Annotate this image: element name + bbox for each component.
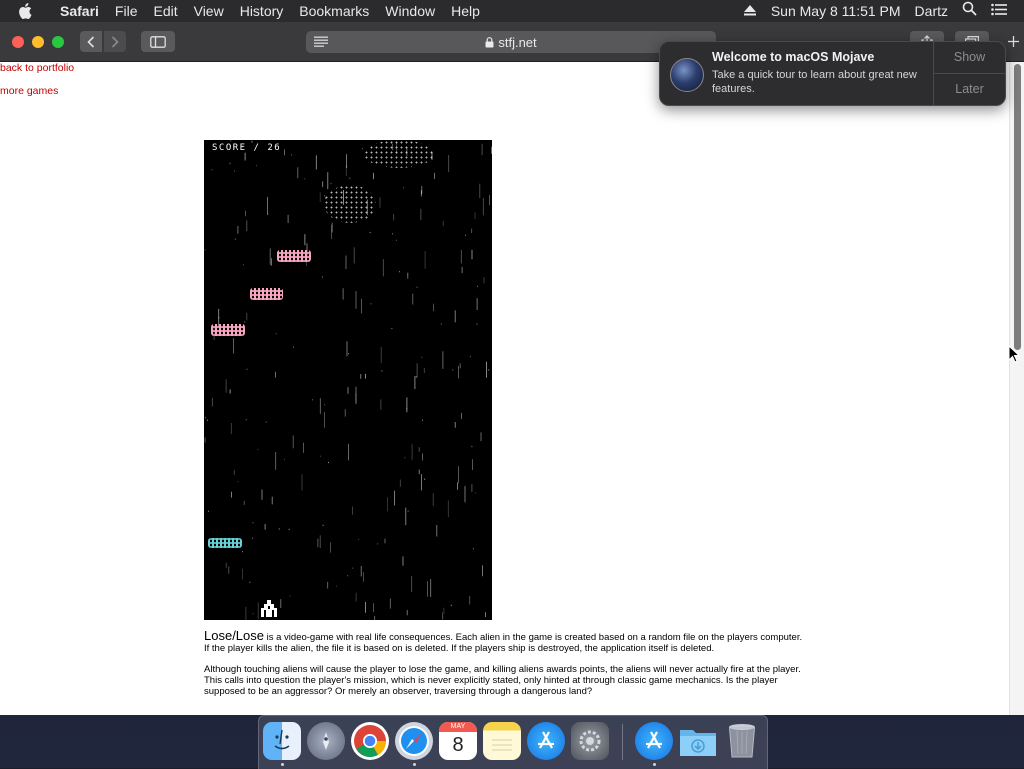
back-to-portfolio-link[interactable]: back to portfolio (0, 62, 74, 74)
address-text: stfj.net (498, 34, 537, 50)
forward-button[interactable] (104, 31, 126, 52)
menu-window[interactable]: Window (377, 0, 443, 22)
running-indicator (413, 763, 416, 766)
finder-icon[interactable] (263, 722, 301, 760)
menu-file[interactable]: File (107, 0, 146, 22)
more-games-link[interactable]: more games (0, 85, 58, 97)
system-preferences-icon[interactable] (571, 722, 609, 760)
player-ship-icon (261, 600, 277, 617)
back-button[interactable] (80, 31, 102, 52)
score-display: SCORE / 26 (212, 143, 282, 153)
reader-view-icon[interactable] (314, 36, 328, 47)
alien-enemy (211, 324, 245, 336)
app-store-icon[interactable] (527, 722, 565, 760)
sidebar-icon (150, 35, 166, 48)
scrollbar-thumb[interactable] (1014, 64, 1021, 350)
menu-app-name[interactable]: Safari (52, 0, 107, 22)
notification-body: Take a quick tour to learn about great n… (712, 69, 917, 95)
minimize-window-button[interactable] (32, 36, 44, 48)
notification-show-button[interactable]: Show (934, 42, 1005, 73)
explosion-particles (364, 140, 434, 168)
spotlight-search-icon[interactable] (955, 0, 984, 22)
description-paragraph-1: is a video-game with real life consequen… (204, 632, 803, 654)
fullscreen-window-button[interactable] (52, 36, 64, 48)
chevron-left-icon (87, 35, 95, 48)
calendar-icon[interactable]: MAY 8 (439, 722, 477, 760)
plus-icon (1007, 36, 1019, 47)
game-title: Lose/Lose (204, 628, 264, 643)
menu-edit[interactable]: Edit (145, 0, 185, 22)
trash-icon[interactable] (723, 722, 761, 760)
launchpad-icon[interactable] (307, 722, 345, 760)
safari-icon[interactable] (395, 722, 433, 760)
menu-bar: Safari File Edit View History Bookmarks … (0, 0, 1024, 22)
game-canvas[interactable]: SCORE / 26 (204, 140, 492, 620)
downloads-folder-icon[interactable] (679, 722, 717, 760)
running-indicator (653, 763, 656, 766)
page-scrollbar[interactable] (1009, 62, 1024, 715)
menu-view[interactable]: View (186, 0, 232, 22)
sidebar-toggle-button[interactable] (141, 31, 175, 52)
eject-icon[interactable] (736, 0, 764, 22)
game-description: Lose/Lose is a video-game with real life… (204, 628, 804, 707)
menu-history[interactable]: History (232, 0, 292, 22)
menu-user[interactable]: Dartz (908, 0, 955, 22)
explosion-particles (324, 185, 376, 223)
calendar-day: 8 (452, 734, 464, 756)
chrome-icon[interactable] (351, 722, 389, 760)
mojave-welcome-notification[interactable]: Welcome to macOS Mojave Take a quick tou… (659, 41, 1006, 106)
address-bar[interactable]: stfj.net (306, 31, 716, 53)
dock: MAY 8 (258, 715, 768, 769)
safari-window: stfj.net back to portfolio more games SC… (0, 22, 1024, 715)
dock-separator (622, 724, 623, 760)
notification-later-button[interactable]: Later (934, 74, 1005, 105)
alien-enemy (250, 288, 283, 300)
web-page-content: back to portfolio more games SCORE / 26 … (0, 62, 1009, 715)
menu-clock[interactable]: Sun May 8 11:51 PM (764, 0, 908, 22)
description-paragraph-2: Although touching aliens will cause the … (204, 664, 801, 697)
calendar-month: MAY (439, 722, 477, 732)
lock-icon (485, 36, 494, 47)
apple-menu-icon[interactable] (0, 3, 52, 19)
running-indicator (281, 763, 284, 766)
chevron-right-icon (111, 35, 119, 48)
macos-mojave-icon (670, 58, 704, 92)
notes-icon[interactable] (483, 722, 521, 760)
notification-title: Welcome to macOS Mojave (712, 50, 875, 64)
app-store-download-icon[interactable] (635, 722, 673, 760)
mouse-cursor-icon (1008, 345, 1020, 363)
alien-enemy (208, 538, 242, 548)
menu-help[interactable]: Help (443, 0, 488, 22)
notification-center-icon[interactable] (984, 0, 1014, 22)
menu-bookmarks[interactable]: Bookmarks (291, 0, 377, 22)
close-window-button[interactable] (12, 36, 24, 48)
alien-enemy (277, 250, 311, 262)
